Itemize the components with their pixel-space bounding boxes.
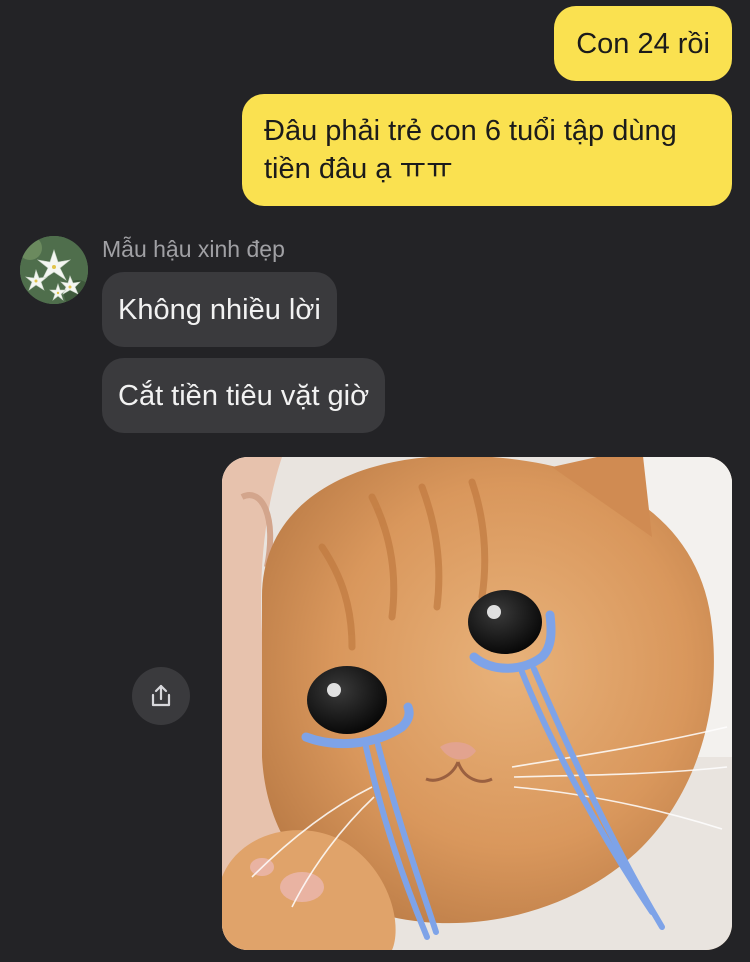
sender-avatar[interactable] [20, 236, 88, 304]
crying-cat-image[interactable] [222, 457, 732, 950]
incoming-message-bubble[interactable]: Cắt tiền tiêu vặt giờ [102, 358, 386, 433]
lily-flowers-icon [20, 236, 88, 304]
incoming-message-bubble[interactable]: Không nhiều lời [102, 272, 337, 347]
chat-window: Con 24 rồi Đâu phải trẻ con 6 tuổi tập d… [0, 0, 750, 962]
outgoing-message-bubble[interactable]: Đâu phải trẻ con 6 tuổi tập dùng tiền đâ… [242, 94, 732, 206]
sender-name: Mẫu hậu xinh đẹp [102, 236, 285, 262]
share-button[interactable] [132, 667, 190, 725]
crying-cat-sticker-icon [222, 457, 732, 950]
share-icon [151, 684, 171, 707]
outgoing-message-bubble[interactable]: Con 24 rồi [554, 6, 732, 81]
